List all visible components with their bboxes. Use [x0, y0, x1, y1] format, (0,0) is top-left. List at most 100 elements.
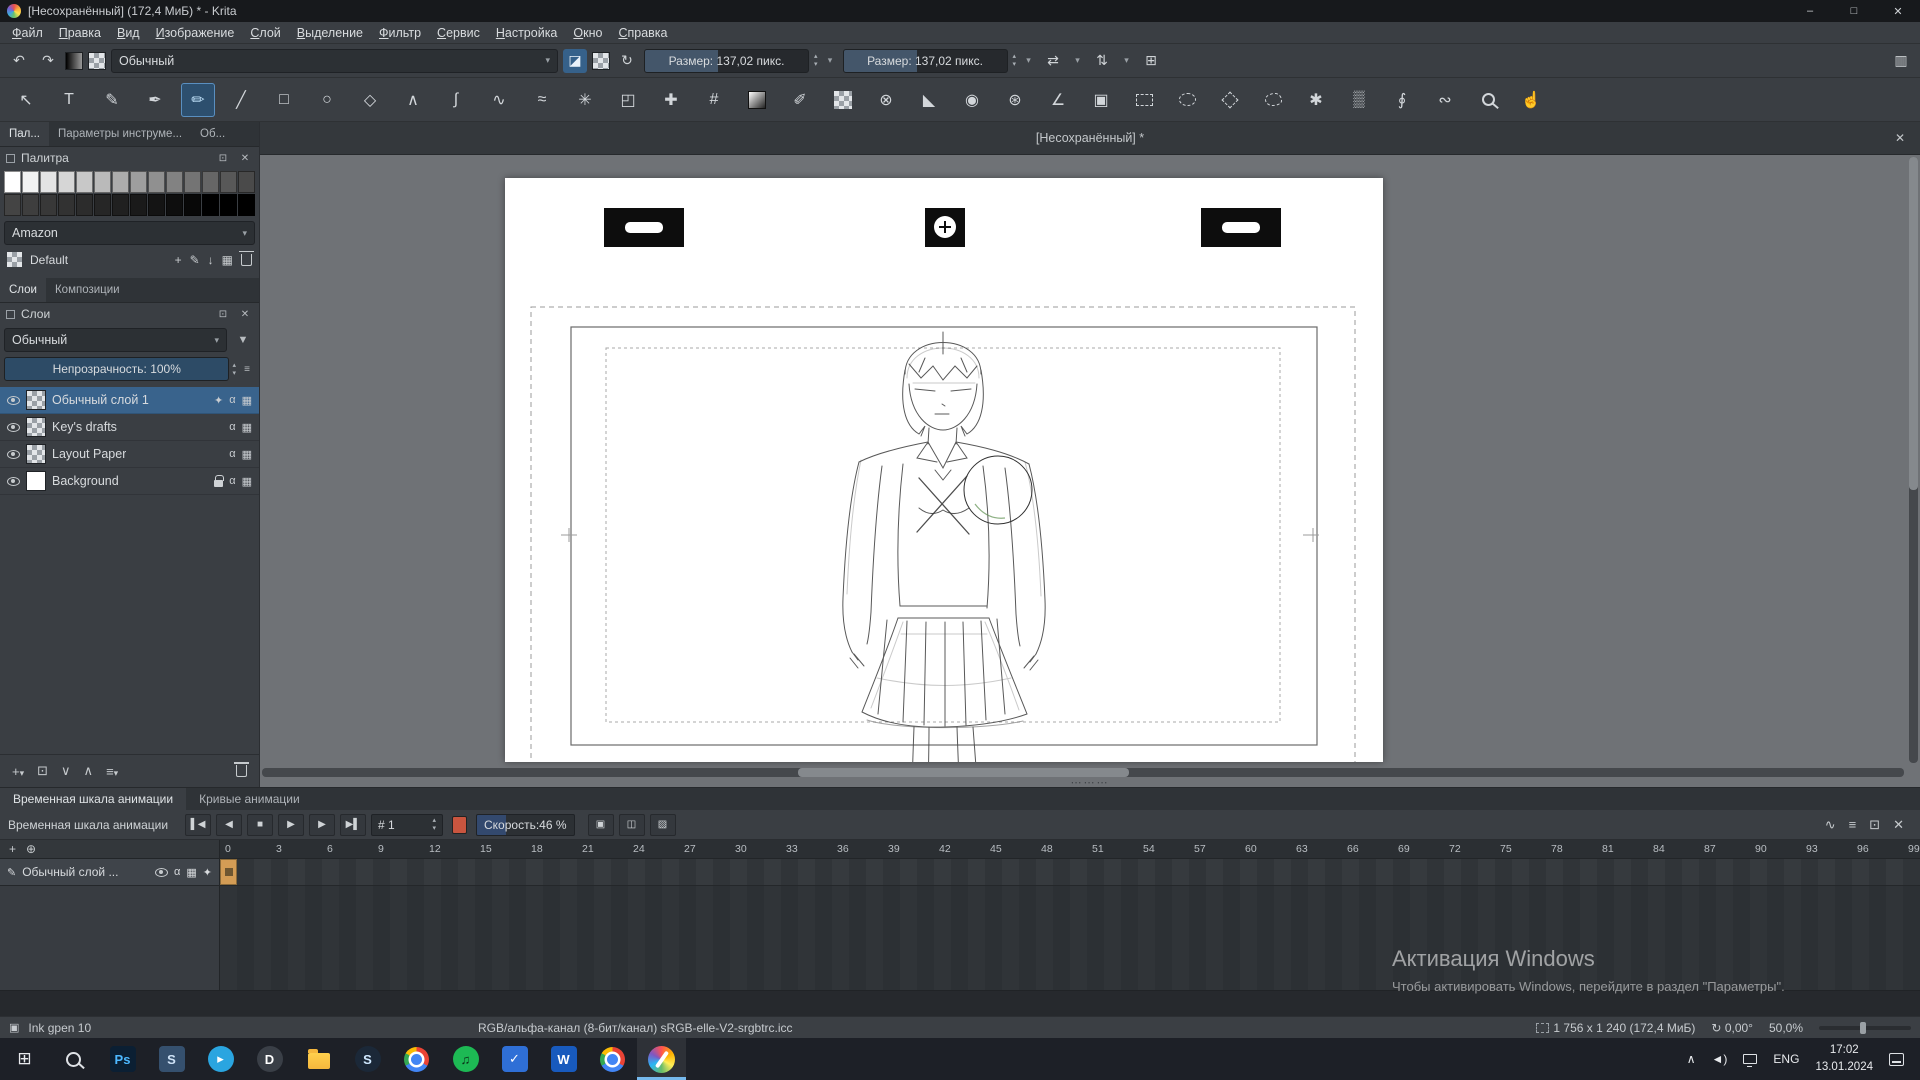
chevron-down-icon[interactable]: ▾: [1119, 49, 1134, 73]
network-icon[interactable]: [1735, 1038, 1765, 1080]
menu-item-6[interactable]: Фильтр: [371, 24, 429, 42]
move-layer-up-button[interactable]: ∧: [84, 763, 94, 779]
close-document-icon[interactable]: ✕: [1895, 131, 1905, 145]
palette-swatch[interactable]: [112, 194, 129, 216]
timeline-menu-icon[interactable]: ≡: [1849, 817, 1857, 832]
hidden-icons-button[interactable]: ∧: [1679, 1038, 1704, 1080]
current-frame-spinbox[interactable]: # 1 ▴▾: [371, 814, 443, 836]
taskbar-app-paint-app[interactable]: S: [147, 1038, 196, 1080]
tool-line[interactable]: ╱: [224, 83, 258, 117]
palette-swatch[interactable]: [202, 194, 219, 216]
timeline-layer-row[interactable]: ✎ Обычный слой ... α ▦ ✦: [0, 859, 1920, 886]
visibility-icon[interactable]: [155, 868, 168, 877]
delete-swatch-icon[interactable]: [241, 254, 252, 266]
layer-row-1[interactable]: Key's drafts α▦: [0, 414, 259, 441]
tab-animation-curves[interactable]: Кривые анимации: [186, 788, 313, 810]
layer-options-menu-icon[interactable]: ≡: [239, 364, 255, 375]
ruler-frames[interactable]: 0369121518212427303336394245485154576063…: [220, 840, 1920, 858]
tool-rectangle[interactable]: □: [267, 83, 301, 117]
palette-swatch[interactable]: [40, 194, 57, 216]
taskbar-app-telegram[interactable]: ▸: [196, 1038, 245, 1080]
eraser-mode-button[interactable]: ◪: [563, 49, 587, 73]
tool-select-magnetic[interactable]: ∾: [1428, 83, 1462, 117]
audio-options-icon[interactable]: ∿: [1825, 817, 1836, 833]
palette-select[interactable]: Amazon ▾: [4, 221, 255, 245]
canvas[interactable]: [505, 178, 1383, 762]
zoom-slider-handle[interactable]: [1860, 1022, 1866, 1034]
scrollbar-handle[interactable]: [1909, 157, 1918, 490]
language-indicator[interactable]: ENG: [1765, 1038, 1807, 1080]
tool-dynamic-brush[interactable]: ≈: [525, 83, 559, 117]
tab-palette[interactable]: Пал...: [0, 122, 49, 146]
tool-pattern[interactable]: [826, 83, 860, 117]
tool-select-similar-color[interactable]: ✱: [1299, 83, 1333, 117]
menu-item-8[interactable]: Настройка: [488, 24, 566, 42]
close-dock-icon[interactable]: ✕: [237, 153, 253, 164]
layer-blend-mode-select[interactable]: Обычный ▾: [4, 328, 227, 352]
chevron-down-icon[interactable]: ▾: [1070, 49, 1085, 73]
clone-view-button[interactable]: ◫: [619, 814, 645, 836]
tab-overview[interactable]: Об...: [191, 122, 234, 146]
palette-swatch[interactable]: [112, 171, 129, 193]
palette-swatch[interactable]: [58, 194, 75, 216]
taskbar-app-defender[interactable]: ✓: [490, 1038, 539, 1080]
layer-row-2[interactable]: Layout Paper α▦: [0, 441, 259, 468]
preserve-alpha-button[interactable]: [592, 52, 610, 70]
edit-swatch-button[interactable]: ✎: [190, 253, 200, 267]
tool-crop[interactable]: #: [697, 83, 731, 117]
tool-ellipse[interactable]: ○: [310, 83, 344, 117]
palette-swatch[interactable]: [22, 194, 39, 216]
tool-measure[interactable]: ∠: [1041, 83, 1075, 117]
add-keyframe-icon[interactable]: +: [9, 842, 16, 856]
close-dock-icon[interactable]: ✕: [1893, 817, 1904, 833]
tool-transform[interactable]: ◰: [611, 83, 645, 117]
palette-swatch[interactable]: [220, 171, 237, 193]
palette-swatch[interactable]: [202, 171, 219, 193]
menu-item-9[interactable]: Окно: [565, 24, 610, 42]
taskbar-app-explorer[interactable]: [294, 1038, 343, 1080]
onion-icon[interactable]: ✦: [203, 866, 212, 879]
add-swatch-button[interactable]: +: [175, 253, 182, 267]
tool-freehand-brush[interactable]: ✏: [181, 83, 215, 117]
taskbar-app-chrome[interactable]: [392, 1038, 441, 1080]
palette-swatch[interactable]: [76, 171, 93, 193]
tool-fill[interactable]: ◣: [912, 83, 946, 117]
tool-color-sampler[interactable]: ✐: [783, 83, 817, 117]
tool-select-rectangular[interactable]: [1127, 83, 1161, 117]
tab-animation-timeline[interactable]: Временная шкала анимации: [0, 788, 186, 810]
timeline-scroll-area[interactable]: [0, 990, 1920, 1017]
taskbar-app-chrome-2[interactable]: [588, 1038, 637, 1080]
palette-swatch[interactable]: [22, 171, 39, 193]
notifications-button[interactable]: [1881, 1038, 1912, 1080]
canvas-vertical-scrollbar[interactable]: [1909, 157, 1918, 763]
frame-color-label-icon[interactable]: [452, 816, 467, 834]
palette-swatch[interactable]: [4, 194, 21, 216]
frame-ruler[interactable]: + ⊕ 036912151821242730333639424548515457…: [0, 840, 1920, 859]
delete-layer-icon[interactable]: [236, 765, 247, 777]
palette-swatch[interactable]: [130, 194, 147, 216]
menu-item-2[interactable]: Вид: [109, 24, 148, 42]
brush-size-slider[interactable]: Размер: 137,02 пикс.: [644, 49, 809, 73]
size-spinner-2[interactable]: ▴▾: [1013, 49, 1017, 73]
palette-swatch[interactable]: [148, 194, 165, 216]
grid-view-button[interactable]: ▦: [222, 253, 233, 267]
visibility-icon[interactable]: [7, 477, 20, 486]
palette-swatch[interactable]: [166, 171, 183, 193]
palette-swatch[interactable]: [76, 194, 93, 216]
taskbar-app-photoshop[interactable]: Ps: [98, 1038, 147, 1080]
tool-text[interactable]: T: [52, 83, 86, 117]
tool-enclose-fill[interactable]: ◉: [955, 83, 989, 117]
tool-calligraphy[interactable]: ✒: [138, 83, 172, 117]
add-layer-button[interactable]: +▾: [12, 764, 24, 779]
palette-swatch[interactable]: [184, 194, 201, 216]
palette-swatch[interactable]: [130, 171, 147, 193]
layer-properties-button[interactable]: ≡▾: [106, 764, 118, 779]
mirror-horizontal-icon[interactable]: ⇄: [1041, 49, 1065, 73]
tool-freehand-path[interactable]: ∿: [482, 83, 516, 117]
clock[interactable]: 17:02 13.01.2024: [1807, 1038, 1881, 1080]
zoom-slider[interactable]: [1819, 1026, 1911, 1030]
frame-settings-button[interactable]: ▨: [650, 814, 676, 836]
tool-zoom[interactable]: [1471, 83, 1505, 117]
tab-compositions[interactable]: Композиции: [46, 278, 129, 302]
brush-size-slider-2[interactable]: Размер: 137,02 пикс.: [843, 49, 1008, 73]
